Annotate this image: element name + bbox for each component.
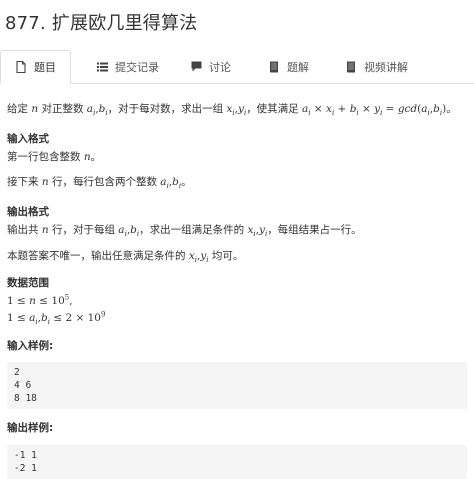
desc-text: 对正整数 [38, 103, 87, 115]
range-line-2: 1 ≤ ai,bi ≤ 2 × 109 [7, 310, 106, 326]
tab-bar: 题目 提交记录 讨论 题解 视频讲解 [0, 50, 474, 84]
sample-output-code: -1 1 -2 1 [7, 445, 467, 479]
input-format-heading: 输入格式 [7, 132, 49, 145]
math-formula: ai × xi + bi × yi = gcd(ai,bi) [302, 103, 447, 118]
comment-icon [190, 61, 202, 73]
input-format-line-2: 接下来 n 行，每行包含两个整数 ai,bi。 [7, 176, 192, 191]
tab-submissions-label: 提交记录 [115, 60, 159, 74]
sample-input-heading: 输入样例: [7, 339, 54, 352]
tab-submissions[interactable]: 提交记录 [96, 50, 159, 83]
range-line-1: 1 ≤ n ≤ 105, [7, 293, 73, 307]
list-icon [96, 61, 108, 73]
title-bar: 877. 扩展欧几里得算法 [0, 0, 474, 44]
tab-video-label: 视频讲解 [364, 60, 408, 74]
output-format-line-2: 本题答案不唯一，输出任意满足条件的 xi,yi 均可。 [7, 249, 244, 264]
book-icon [268, 61, 280, 73]
problem-content: 给定 n 对正整数 ai,bi，对于每对数，求出一组 xi,yi，使其满足 ai… [0, 102, 474, 479]
output-format-heading: 输出格式 [7, 206, 49, 218]
page-title: 877. 扩展欧几里得算法 [5, 13, 198, 34]
tab-solutions[interactable]: 题解 [268, 50, 309, 83]
document-icon [15, 61, 27, 73]
tab-problem[interactable]: 题目 [0, 50, 71, 84]
math-ai-bi: ai,bi [86, 103, 108, 118]
math-xi-yi: xi,yi [226, 103, 247, 118]
tab-discussion[interactable]: 讨论 [190, 50, 231, 83]
desc-text: 。 [446, 103, 457, 115]
tab-discussion-label: 讨论 [209, 60, 231, 74]
desc-text: ，对于每对数，求出一组 [107, 103, 227, 115]
desc-text: 给定 [7, 103, 32, 115]
output-format-line-1: 输出共 n 行，对于每组 ai,bi，求出一组满足条件的 xi,yi，每组结果占… [7, 223, 362, 238]
problem-description: 给定 n 对正整数 ai,bi，对于每对数，求出一组 xi,yi，使其满足 ai… [7, 102, 467, 118]
book-icon [345, 61, 357, 73]
range-heading: 数据范围 [7, 277, 49, 290]
sample-input-code: 2 4 6 8 18 [7, 362, 467, 410]
input-format-line-1: 第一行包含整数 n。 [7, 150, 102, 163]
tab-problem-label: 题目 [34, 61, 56, 74]
tab-video[interactable]: 视频讲解 [345, 50, 408, 83]
desc-text: ，使其满足 [246, 103, 303, 115]
tab-solutions-label: 题解 [287, 60, 309, 74]
sample-output-heading: 输出样例: [7, 422, 54, 435]
